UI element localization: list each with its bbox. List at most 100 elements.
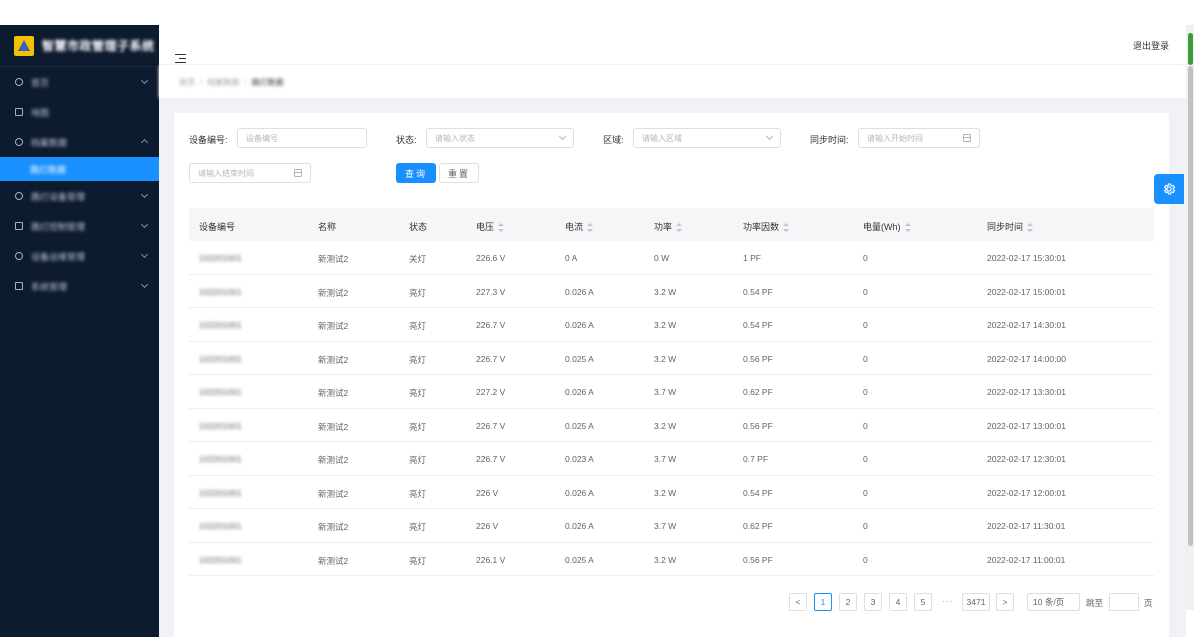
sidebar-item-label: 首页 [31,77,50,88]
sidebar-item-6[interactable]: 设备运维管理 [0,241,159,271]
pagination-ellipsis[interactable]: ··· [942,596,954,606]
table-cell: 0.023 A [565,454,594,464]
jump-page-input[interactable] [1109,593,1139,611]
table-cell: 新测试2 [318,354,349,365]
table-cell: 0 [863,286,868,297]
table-row[interactable]: 102201001 新测试2 关灯 226.6 V 0 A 0 W 1 PF 0 2022-02… [189,241,1154,275]
last-page-button[interactable]: 3471 [962,593,990,611]
table-cell: 新测试2 [318,455,349,465]
table-row[interactable]: 102201001 新测试2 亮灯 227.3 V 0.026 A 3.2 W 0.54 P… [189,275,1154,308]
sort-icon[interactable] [783,223,790,233]
table-cell: 2022-02-17 13:00:01 [987,420,1066,431]
table-cell: 0.54 PF [743,286,773,297]
sort-icon[interactable] [676,223,683,233]
logout-link[interactable]: 退出登录 [1133,39,1169,52]
chevron-down-icon [558,132,567,141]
table-cell: 0.025 A [565,554,594,565]
breadcrumb-home[interactable]: 首页 [179,77,195,88]
column-header: 名称 [318,222,337,232]
page-size-select[interactable]: 10 条/页 [1027,593,1080,611]
sidebar-item-3[interactable]: 路灯数据 [0,157,159,181]
next-page-button[interactable]: > [996,593,1014,611]
device-id-label: 设备编号: [189,135,228,145]
sidebar-item-0[interactable]: 首页 [0,67,159,97]
table-cell: 亮灯 [409,522,427,532]
page-button-4[interactable]: 4 [889,593,907,611]
sidebar-item-5[interactable]: 路灯控制管理 [0,211,159,241]
chevron-down-icon [140,250,149,259]
page-button-1[interactable]: 1 [814,593,832,611]
table-row[interactable]: 102201001 新测试2 亮灯 226 V 0.026 A 3.7 W 0.62 PF 0… [189,509,1154,543]
column-header[interactable]: 功率 [654,220,683,233]
table-cell: 3.7 W [654,521,677,531]
table-cell: 227.2 V [476,387,506,397]
device-id-input[interactable]: 设备编号 [237,128,367,148]
column-header[interactable]: 功率因数 [743,220,790,233]
sync-time-label: 同步时间: [810,135,849,145]
table-row[interactable]: 102201001 新测试2 亮灯 226.7 V 0.025 A 3.2 W 0.56 P… [189,342,1154,375]
logo[interactable]: 智慧市政管理子系统 [0,25,159,67]
start-time-input[interactable]: 请输入开始时间 [858,128,980,148]
page-button-2[interactable]: 2 [839,593,857,611]
area-label: 区域: [603,135,624,145]
sidebar-item-label: 路灯数据 [30,164,67,175]
table-cell: 0.026 A [565,387,594,397]
sidebar-item-2[interactable]: 档案数据 [0,127,159,157]
status-select[interactable]: 请输入状态 [426,128,574,148]
table-cell: 0 [863,320,868,330]
search-button[interactable]: 查询 [396,163,436,183]
end-time-input[interactable]: 请输入结束时间 [189,163,311,183]
column-header[interactable]: 电量(Wh) [863,220,911,233]
sort-icon[interactable] [587,223,594,233]
sort-icon[interactable] [1027,223,1034,233]
scrollbar-thumb-top[interactable] [1188,33,1193,65]
table-cell: 102201001 [199,286,242,297]
maintenance-icon [15,252,23,260]
column-header[interactable]: 同步时间 [987,220,1034,233]
collapse-menu-icon[interactable] [175,54,186,64]
page-button-3[interactable]: 3 [864,593,882,611]
table-cell: 亮灯 [409,388,427,398]
table-cell: 102201001 [199,454,242,464]
table-cell: 226.6 V [476,253,506,263]
table-cell: 2022-02-17 14:00:00 [987,353,1066,364]
page-button-5[interactable]: 5 [914,593,932,611]
column-header: 设备编号 [199,222,236,232]
area-select[interactable]: 请输入区域 [633,128,781,148]
table-row[interactable]: 102201001 新测试2 亮灯 226.1 V 0.025 A 3.2 W 0.56 P… [189,543,1154,576]
sidebar-item-label: 路灯控制管理 [31,221,86,232]
sort-icon[interactable] [904,223,911,233]
sidebar-item-1[interactable]: 地图 [0,97,159,127]
sidebar-item-7[interactable]: 系统管理 [0,271,159,301]
header: 退出登录 [159,25,1186,65]
sidebar: 智慧市政管理子系统 首页地图 档案数据路灯数据路灯设备管理路灯控制管理设备运维管理… [0,25,159,637]
breadcrumb-archive[interactable]: 档案数据 [207,77,239,88]
table-cell: 新测试2 [318,555,349,566]
lamp-icon [15,192,23,200]
scrollbar-thumb[interactable] [1188,66,1193,546]
table-row[interactable]: 102201001 新测试2 亮灯 226.7 V 0.025 A 3.2 W 0.56 P… [189,409,1154,442]
settings-button[interactable] [1154,174,1184,204]
sort-icon[interactable] [498,223,505,233]
page-suffix-label: 页 [1144,598,1153,608]
sidebar-item-4[interactable]: 路灯设备管理 [0,181,159,211]
table-cell: 0.62 PF [743,387,773,397]
chevron-down-icon [140,76,149,85]
table-cell: 102201001 [199,420,242,431]
table-cell: 0.026 A [565,521,594,531]
table-cell: 新测试2 [318,421,349,432]
breadcrumb-current: 路灯数据 [251,77,284,87]
prev-page-button[interactable]: < [789,593,807,611]
reset-button[interactable]: 重置 [439,163,479,183]
column-header[interactable]: 电流 [565,220,594,233]
table-row[interactable]: 102201001 新测试2 亮灯 226 V 0.026 A 3.2 W 0.54 PF 0… [189,476,1154,509]
table-row[interactable]: 102201001 新测试2 亮灯 226.7 V 0.023 A 3.7 W 0.7 PF… [189,442,1154,476]
table-row[interactable]: 102201001 新测试2 亮灯 226.7 V 0.026 A 3.2 W 0.54 P… [189,308,1154,342]
table-row[interactable]: 102201001 新测试2 亮灯 227.2 V 0.026 A 3.7 W 0.62 P… [189,375,1154,409]
table-cell: 3.2 W [654,554,677,565]
table-cell: 226.7 V [476,454,506,464]
table-cell: 亮灯 [409,555,427,566]
table-cell: 0.026 A [565,487,594,498]
table-cell: 0.56 PF [743,420,773,431]
column-header[interactable]: 电压 [476,220,505,233]
